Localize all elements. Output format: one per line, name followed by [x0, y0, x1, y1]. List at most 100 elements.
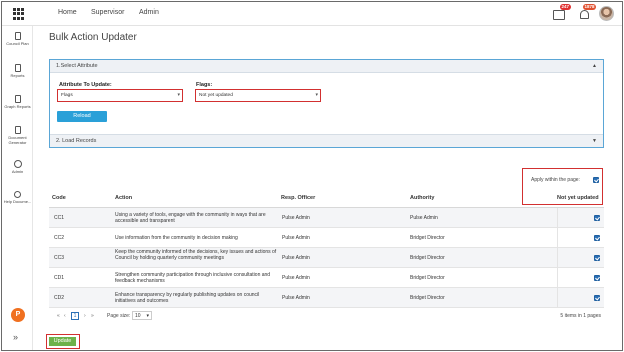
sidebar-item-help[interactable]: Help Docume...	[2, 191, 33, 204]
pager: « ‹ 1 › » Page size: 10 ▾ 5 items in 1 p…	[49, 310, 604, 324]
chevron-down-icon: ▾	[315, 92, 318, 98]
cell-officer: Pulse Admin	[282, 235, 310, 241]
sidebar-item-reports[interactable]: Reports	[2, 64, 33, 78]
sidebar-item-label: Admin	[11, 169, 24, 174]
nav-admin[interactable]: Admin	[139, 9, 159, 16]
current-page[interactable]: 1	[71, 312, 79, 320]
messages-button[interactable]: 247	[552, 4, 571, 23]
table-row: CC2 Use information from the community i…	[49, 228, 604, 248]
expand-sidebar-icon[interactable]: »	[13, 332, 18, 342]
table-header: Code Action Resp. Officer Authority Not …	[49, 188, 604, 208]
notifications-badge: 1878	[583, 4, 597, 10]
avatar[interactable]	[599, 6, 614, 21]
sidebar: Council Plan Reports Graph Reports Docum…	[2, 26, 33, 350]
cell-action: Keep the community informed of the decis…	[115, 249, 277, 261]
top-bar: Home Supervisor Admin 247 1878	[2, 2, 622, 26]
first-page-button[interactable]: «	[57, 313, 60, 319]
select-attribute-header[interactable]: 1.Select Attribute ▲	[50, 60, 603, 73]
page-size-label: Page size:	[107, 313, 131, 319]
document-icon	[14, 64, 21, 72]
select-attribute-panel: 1.Select Attribute ▲ Attribute To Update…	[49, 59, 604, 148]
sidebar-item-label: Council Plan	[6, 41, 29, 46]
column-header-not-yet-updated[interactable]: Not yet updated	[557, 195, 599, 201]
cell-code: CD1	[54, 275, 65, 281]
cell-officer: Pulse Admin	[282, 215, 310, 221]
cell-officer: Pulse Admin	[282, 275, 310, 281]
caret-up-icon: ▲	[592, 63, 597, 69]
last-page-button[interactable]: »	[91, 313, 94, 319]
row-checkbox[interactable]	[594, 295, 600, 301]
apply-within-page-checkbox[interactable]	[593, 177, 599, 183]
chevron-down-icon: ▾	[177, 92, 180, 98]
cell-action: Using a variety of tools, engage with th…	[115, 212, 266, 224]
sidebar-item-label: Help Docume...	[3, 199, 32, 204]
sidebar-item-document-generator[interactable]: Document Generator	[2, 126, 33, 145]
table-row: CC1 Using a variety of tools, engage wit…	[49, 208, 604, 228]
prev-page-button[interactable]: ‹	[64, 313, 66, 319]
clipboard-icon	[14, 32, 21, 40]
cell-code: CC1	[54, 215, 65, 221]
update-highlight: Update	[46, 334, 80, 349]
flags-select[interactable]: Not yet updated ▾	[195, 89, 321, 102]
table-row: CC3 Keep the community informed of the d…	[49, 248, 604, 268]
page-size-value: 10	[135, 313, 141, 319]
flags-label: Flags:	[196, 82, 213, 88]
cell-action: Use information from the community in de…	[115, 235, 238, 241]
cell-code: CD2	[54, 295, 65, 301]
sidebar-item-label: Graph Reports	[4, 104, 31, 109]
attribute-select-value: Flags	[61, 93, 73, 98]
flags-select-value: Not yet updated	[199, 93, 233, 98]
cell-action: Enhance transparency by regularly publis…	[115, 292, 260, 304]
brand-logo[interactable]: P	[11, 308, 25, 322]
nav-home[interactable]: Home	[58, 9, 77, 16]
sidebar-item-admin[interactable]: Admin	[2, 160, 33, 174]
row-checkbox[interactable]	[594, 255, 600, 261]
cell-authority: Bridget Director	[410, 235, 445, 241]
notifications-button[interactable]: 1878	[578, 4, 597, 23]
reload-button[interactable]: Reload	[57, 111, 107, 122]
sidebar-item-label: Document Generator	[8, 135, 27, 145]
sidebar-item-council-plan[interactable]: Council Plan	[2, 32, 33, 46]
attribute-label: Attribute To Update:	[59, 82, 112, 88]
app-window: Home Supervisor Admin 247 1878 Council P…	[1, 1, 623, 351]
app-grid-icon[interactable]	[13, 8, 25, 20]
pager-summary: 5 items in 1 pages	[560, 313, 601, 319]
messages-badge: 247	[560, 4, 571, 10]
column-header-action[interactable]: Action	[115, 195, 132, 201]
nav-supervisor[interactable]: Supervisor	[91, 9, 124, 16]
attribute-select[interactable]: Flags ▾	[57, 89, 183, 102]
cell-authority: Bridget Director	[410, 255, 445, 261]
bell-icon	[580, 10, 589, 19]
cell-authority: Pulse Admin	[410, 215, 438, 221]
sidebar-item-label: Reports	[10, 73, 25, 78]
column-header-authority[interactable]: Authority	[410, 195, 434, 201]
next-page-button[interactable]: ›	[84, 313, 86, 319]
cell-code: CC2	[54, 235, 65, 241]
section-title: 1.Select Attribute	[56, 63, 98, 69]
table-row: CD2 Enhance transparency by regularly pu…	[49, 288, 604, 308]
load-records-header[interactable]: 2. Load Records ▼	[50, 134, 603, 147]
update-button[interactable]: Update	[49, 337, 76, 346]
cell-action: Strengthen community participation throu…	[115, 272, 271, 284]
cell-code: CC3	[54, 255, 65, 261]
help-icon	[14, 191, 21, 198]
caret-down-icon: ▼	[592, 138, 597, 144]
inbox-icon	[553, 10, 565, 20]
row-checkbox[interactable]	[594, 215, 600, 221]
chevron-down-icon: ▾	[146, 313, 149, 319]
users-icon	[13, 160, 22, 168]
table-row: CD1 Strengthen community participation t…	[49, 268, 604, 288]
column-header-code[interactable]: Code	[52, 195, 66, 201]
cell-officer: Pulse Admin	[282, 295, 310, 301]
row-checkbox[interactable]	[594, 275, 600, 281]
page-size-select[interactable]: 10 ▾	[132, 311, 152, 320]
cell-officer: Pulse Admin	[282, 255, 310, 261]
document-generator-icon	[14, 126, 21, 134]
cell-authority: Bridget Director	[410, 295, 445, 301]
column-divider	[557, 208, 558, 308]
column-header-officer[interactable]: Resp. Officer	[281, 195, 315, 201]
section-title: 2. Load Records	[56, 138, 97, 144]
apply-within-page-label: Apply within the page:	[531, 177, 580, 183]
sidebar-item-graph-reports[interactable]: Graph Reports	[2, 95, 33, 109]
row-checkbox[interactable]	[594, 235, 600, 241]
